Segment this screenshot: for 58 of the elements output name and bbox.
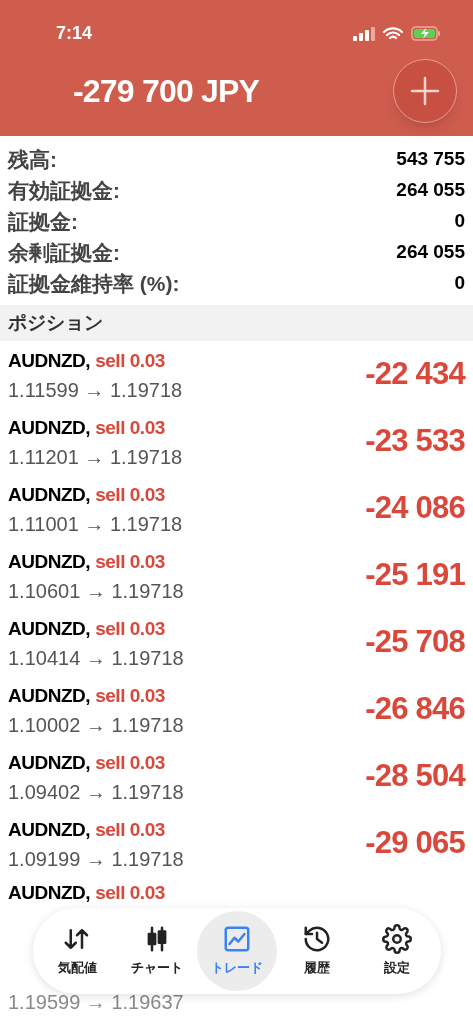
position-profit: -26 846	[365, 690, 465, 729]
tab-bar-item[interactable]: 設定	[357, 911, 437, 991]
summary-label: 証拠金:	[8, 208, 78, 235]
position-symbol: AUDNZD,	[8, 549, 91, 574]
line-chart-icon	[222, 924, 252, 955]
position-prices: 1.10414 → 1.19718	[8, 645, 184, 671]
settings-icon	[382, 924, 412, 955]
position-symbol: AUDNZD,	[8, 750, 91, 775]
summary-label: 残高:	[8, 146, 57, 173]
position-profit: -28 504	[365, 757, 465, 796]
position-prices: 1.19599 → 1.19637	[8, 991, 184, 1013]
position-symbol: AUDNZD,	[8, 482, 91, 507]
position-profit: -25 708	[365, 623, 465, 662]
position-profit: -22 434	[365, 355, 465, 394]
position-side: sell 0.03	[95, 881, 165, 905]
summary-label: 有効証拠金:	[8, 177, 120, 204]
status-time: 7:14	[56, 22, 93, 45]
summary-value: 0	[454, 271, 465, 296]
position-side: sell 0.03	[95, 549, 165, 574]
position-symbol: AUDNZD,	[8, 683, 91, 708]
position-side: sell 0.03	[95, 348, 165, 373]
wifi-icon	[383, 26, 403, 41]
position-side: sell 0.03	[95, 482, 165, 507]
position-prices: 1.09402 → 1.19718	[8, 779, 184, 805]
summary-value: 543 755	[396, 147, 465, 172]
add-button[interactable]	[393, 59, 457, 123]
position-prices: 1.11201 → 1.19718	[8, 444, 183, 470]
position-symbol: AUDNZD,	[8, 616, 91, 641]
summary-label: 余剰証拠金:	[8, 239, 120, 266]
position-side: sell 0.03	[95, 750, 165, 775]
position-profit: -25 191	[365, 556, 465, 595]
position-prices: 1.09199 → 1.19718	[8, 846, 184, 872]
tab-bar-item[interactable]: 気配値	[37, 911, 117, 991]
position-prices: 1.10002 → 1.19718	[8, 712, 184, 738]
plus-icon	[410, 76, 440, 106]
account-balance: -279 700 JPY	[73, 72, 260, 111]
section-title: ポジション	[8, 310, 103, 335]
signal-icon	[353, 26, 375, 41]
position-prices: 1.11001 → 1.19718	[8, 511, 183, 537]
tab-bar-item[interactable]: チャート	[117, 911, 197, 991]
position-profit: -29 065	[365, 824, 465, 863]
position-side: sell 0.03	[95, 817, 165, 842]
summary-value: 264 055	[396, 240, 465, 265]
tab-bar-item[interactable]: 履歴	[277, 911, 357, 991]
position-side: sell 0.03	[95, 616, 165, 641]
summary-value: 264 055	[396, 178, 465, 203]
summary-value: 0	[454, 209, 465, 234]
position-profit: -24 086	[365, 489, 465, 528]
position-symbol: AUDNZD,	[8, 348, 91, 373]
position-symbol: AUDNZD,	[8, 881, 91, 905]
position-prices: 1.10601 → 1.19718	[8, 578, 184, 604]
position-prices: 1.11599 → 1.19718	[8, 377, 183, 403]
summary-label: 証拠金維持率 (%):	[8, 270, 180, 297]
position-symbol: AUDNZD,	[8, 415, 91, 440]
position-symbol: AUDNZD,	[8, 817, 91, 842]
position-side: sell 0.03	[95, 415, 165, 440]
position-side: sell 0.03	[95, 683, 165, 708]
position-profit: -23 533	[365, 422, 465, 461]
